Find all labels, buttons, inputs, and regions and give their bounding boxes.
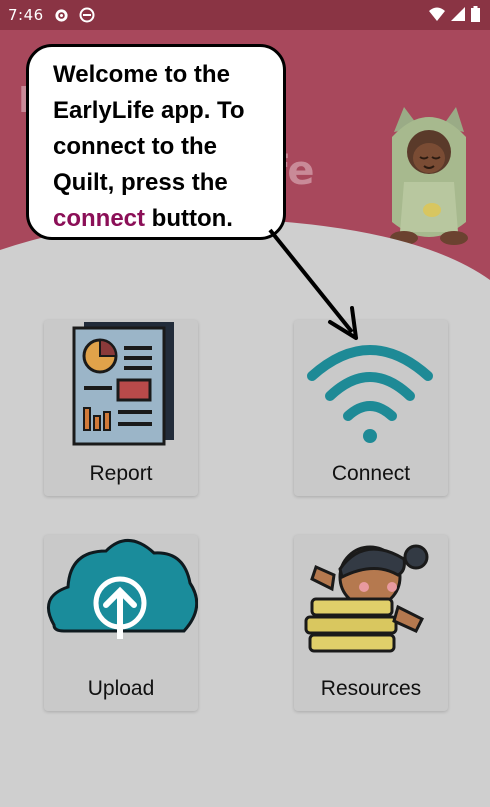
upload-tile[interactable]: Upload — [44, 535, 198, 711]
welcome-callout: Welcome to the EarlyLife app. To connect… — [26, 44, 286, 240]
callout-line-3: connect to the — [53, 133, 218, 160]
report-icon — [72, 322, 174, 446]
wifi-status-icon — [429, 7, 445, 21]
report-tile[interactable]: Report — [44, 320, 198, 496]
resources-label: Resources — [320, 677, 422, 700]
callout-line-4: Quilt, press the — [53, 169, 228, 196]
upload-label: Upload — [87, 677, 155, 700]
wifi-icon — [307, 345, 433, 443]
report-label: Report — [89, 462, 153, 485]
callout-line-1: Welcome to the — [53, 61, 230, 88]
resources-books-icon — [304, 544, 429, 653]
gear-icon — [55, 8, 68, 22]
callout-line-2: EarlyLife app. To — [53, 97, 245, 124]
connect-tile[interactable]: Connect — [294, 320, 448, 496]
connect-label: Connect — [331, 462, 411, 485]
callout-tail: button. — [145, 205, 233, 232]
resources-tile[interactable]: Resources — [294, 535, 448, 711]
no-disturb-icon — [79, 7, 95, 23]
status-bar: 7:46 — [0, 0, 490, 30]
signal-icon — [451, 7, 465, 21]
callout-highlight: connect — [53, 205, 146, 232]
status-time: 7:46 — [8, 6, 44, 24]
upload-cloud-icon — [46, 539, 198, 639]
battery-icon — [471, 6, 480, 22]
